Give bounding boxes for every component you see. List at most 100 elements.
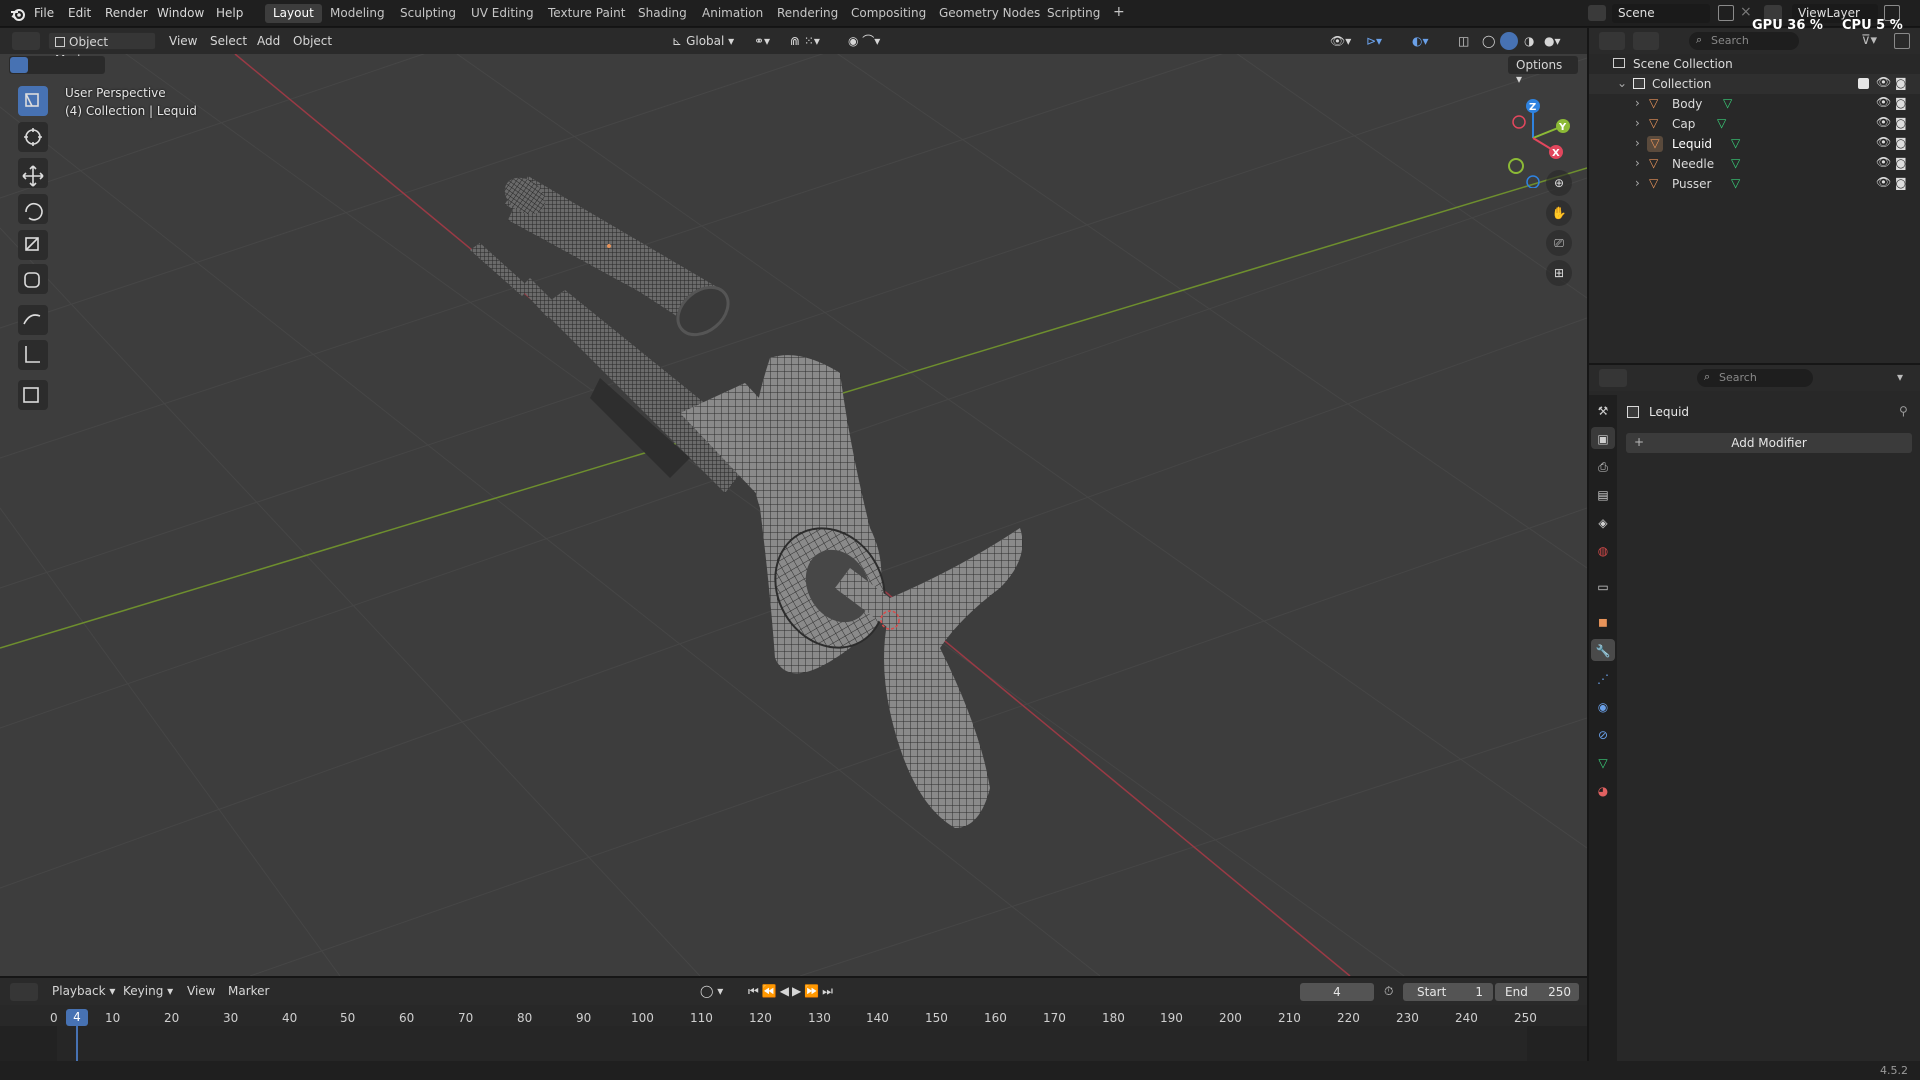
delete-scene-icon[interactable]: ×	[1740, 4, 1752, 20]
viewport-menu-select[interactable]: Select	[210, 32, 247, 50]
exclude-checkbox-icon[interactable]	[1858, 78, 1869, 89]
playback-controls[interactable]: ⏮⏪◀▶⏩⏭	[748, 982, 836, 1000]
expand-chevron-icon[interactable]: ›	[1635, 176, 1640, 190]
scene-collection-row[interactable]: Scene Collection	[1589, 54, 1920, 74]
collection-eye-icon[interactable]: 👁	[1876, 75, 1891, 89]
tab-scripting[interactable]: Scripting	[1039, 4, 1108, 23]
timeline-editor-type-icon[interactable]	[10, 983, 38, 1001]
camera-icon[interactable]: ◙	[1895, 116, 1907, 130]
tab-sculpting[interactable]: Sculpting	[392, 4, 464, 23]
start-frame-field[interactable]: Start 1	[1403, 983, 1493, 1001]
gizmo-neg-x-icon[interactable]	[1512, 115, 1526, 129]
visibility-icon[interactable]: 👁▾	[1330, 32, 1351, 50]
collection-row[interactable]: ⌄ Collection 👁 ◙	[1589, 74, 1920, 94]
new-scene-icon[interactable]	[1718, 5, 1734, 21]
eye-icon[interactable]: 👁	[1876, 95, 1891, 109]
tab-geometry-nodes[interactable]: Geometry Nodes	[931, 4, 1048, 23]
perspective-toggle-icon[interactable]: ⊞	[1546, 260, 1572, 286]
tab-compositing[interactable]: Compositing	[843, 4, 934, 23]
auto-keying-icon[interactable]: ◯ ▾	[700, 982, 723, 1000]
pan-hand-icon[interactable]: ✋	[1546, 200, 1572, 226]
timeline-view-menu[interactable]: View	[187, 982, 215, 1000]
camera-view-icon[interactable]: ⎚	[1546, 230, 1572, 256]
viewport-menu-view[interactable]: View	[169, 32, 197, 50]
mesh-data-icon[interactable]: ▽	[1731, 136, 1740, 150]
properties-search-input[interactable]: Search	[1697, 369, 1813, 387]
outliner-item-pusser[interactable]: › ▽ Pusser ▽ 👁 ◙	[1589, 174, 1920, 194]
tab-rendering[interactable]: Rendering	[769, 4, 846, 23]
eye-icon[interactable]: 👁	[1876, 115, 1891, 129]
tab-animation[interactable]: Animation	[694, 4, 771, 23]
add-workspace-button[interactable]: +	[1105, 2, 1133, 21]
pivot-icon[interactable]: ⚭▾	[754, 32, 770, 50]
cap-object[interactable]	[498, 170, 738, 344]
mode-selector[interactable]: Object Mode	[48, 32, 156, 67]
proportional-edit-icon[interactable]: ◉ ⌒▾	[848, 32, 880, 50]
camera-icon[interactable]: ◙	[1895, 96, 1907, 110]
snap-icon[interactable]: ⋒ ⁙▾	[790, 32, 820, 50]
mesh-data-icon[interactable]: ▽	[1731, 176, 1740, 190]
menu-window[interactable]: Window	[157, 6, 204, 20]
wireframe-shading-icon[interactable]: ◯	[1482, 32, 1495, 50]
eye-icon[interactable]: 👁	[1876, 135, 1891, 149]
display-mode-icon[interactable]	[1633, 32, 1659, 50]
outliner-item-lequid[interactable]: › ▽ Lequid ▽ 👁 ◙	[1589, 134, 1920, 154]
expand-chevron-icon[interactable]: ›	[1635, 156, 1640, 170]
gizmo-toggle-icon[interactable]: ⊳▾	[1366, 32, 1382, 50]
rendered-shading-icon[interactable]: ●▾	[1544, 32, 1561, 50]
collection-camera-icon[interactable]: ◙	[1895, 76, 1907, 90]
viewport-menu-add[interactable]: Add	[257, 32, 280, 50]
eye-icon[interactable]: 👁	[1876, 175, 1891, 189]
select-box-modes[interactable]	[9, 56, 105, 74]
blender-logo-icon[interactable]	[10, 6, 26, 22]
tab-layout[interactable]: Layout	[265, 4, 322, 23]
camera-icon[interactable]: ◙	[1895, 176, 1907, 190]
3d-viewport[interactable]: Object Mode View Select Add Object ⊾Glob…	[0, 28, 1587, 976]
mesh-data-icon[interactable]: ▽	[1717, 116, 1726, 130]
scene-icon[interactable]	[1588, 5, 1606, 21]
tab-shading[interactable]: Shading	[630, 4, 695, 23]
mesh-data-icon[interactable]: ▽	[1731, 156, 1740, 170]
collapse-chevron-icon[interactable]: ⌄	[1617, 76, 1627, 90]
tab-texture-paint[interactable]: Texture Paint	[540, 4, 633, 23]
properties-options-icon[interactable]: ▾	[1897, 370, 1903, 384]
current-frame-field[interactable]: 4	[1300, 983, 1374, 1001]
camera-icon[interactable]: ◙	[1895, 156, 1907, 170]
new-collection-icon[interactable]	[1894, 33, 1910, 49]
orientation-selector[interactable]: ⊾ Global ▾	[672, 32, 734, 50]
overlay-toggle-icon[interactable]: ◐▾	[1412, 32, 1429, 50]
zoom-icon[interactable]: ⊕	[1546, 170, 1572, 196]
marker-menu[interactable]: Marker	[228, 982, 269, 1000]
gizmo-neg-z-icon[interactable]	[1526, 175, 1540, 188]
scene-selector[interactable]: Scene	[1612, 4, 1710, 23]
properties-editor-type-icon[interactable]	[1599, 369, 1627, 387]
menu-render[interactable]: Render	[105, 6, 148, 20]
menu-edit[interactable]: Edit	[68, 6, 91, 20]
playback-menu[interactable]: Playback ▾	[52, 982, 115, 1000]
end-frame-field[interactable]: End 250	[1495, 983, 1579, 1001]
gizmo-neg-y-icon[interactable]	[1508, 158, 1524, 174]
eye-icon[interactable]: 👁	[1876, 155, 1891, 169]
options-button[interactable]: Options ▾	[1508, 56, 1578, 86]
outliner-editor-type-icon[interactable]	[1599, 32, 1625, 50]
tab-modeling[interactable]: Modeling	[322, 4, 393, 23]
pin-icon[interactable]: ⚲	[1899, 404, 1908, 418]
outliner-search-input[interactable]: Search	[1689, 32, 1799, 50]
expand-chevron-icon[interactable]: ›	[1635, 136, 1640, 150]
editor-type-icon[interactable]	[12, 32, 40, 50]
add-modifier-button[interactable]: + Add Modifier	[1626, 433, 1912, 453]
camera-icon[interactable]: ◙	[1895, 136, 1907, 150]
mesh-data-icon[interactable]: ▽	[1723, 96, 1732, 110]
outliner-item-needle[interactable]: › ▽ Needle ▽ 👁 ◙	[1589, 154, 1920, 174]
filter-icon[interactable]: ⊽▾	[1861, 33, 1877, 48]
playhead-marker[interactable]: 4	[66, 1009, 88, 1026]
outliner-item-body[interactable]: › ▽ Body ▽ 👁 ◙	[1589, 94, 1920, 114]
viewport-scene[interactable]	[0, 28, 1587, 976]
select-new-icon[interactable]	[10, 57, 28, 73]
menu-file[interactable]: File	[34, 6, 54, 20]
menu-help[interactable]: Help	[216, 6, 243, 20]
expand-chevron-icon[interactable]: ›	[1635, 116, 1640, 130]
keying-menu[interactable]: Keying ▾	[123, 982, 173, 1000]
material-shading-icon[interactable]: ◑	[1524, 32, 1534, 50]
expand-chevron-icon[interactable]: ›	[1635, 96, 1640, 110]
